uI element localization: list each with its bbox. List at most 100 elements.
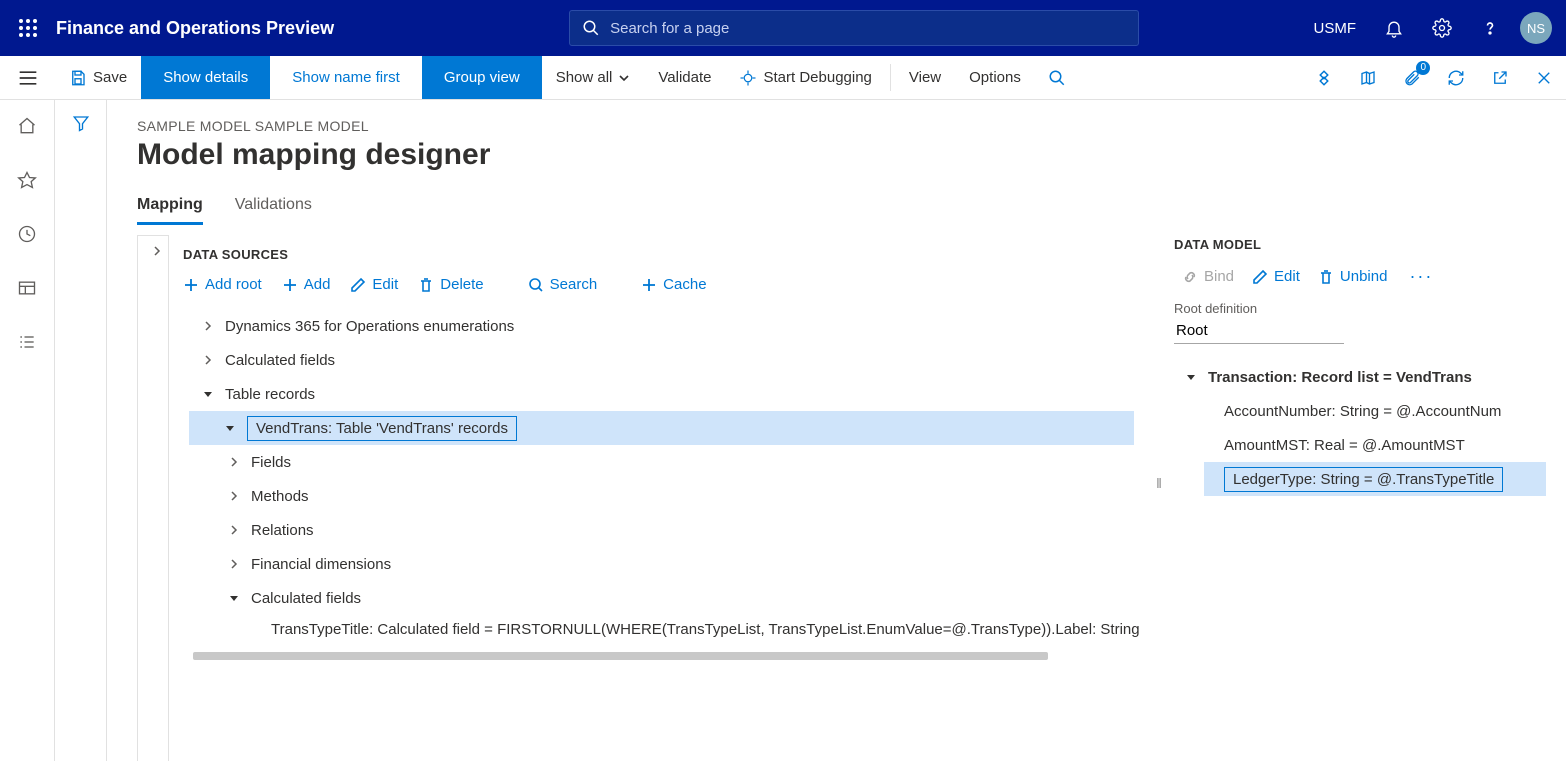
chevron-right-icon [229, 457, 239, 467]
close-button[interactable] [1522, 56, 1566, 99]
refresh-icon [1447, 69, 1465, 87]
delete-button[interactable]: Delete [418, 276, 483, 293]
notifications-icon[interactable] [1370, 0, 1418, 56]
tree-node-financial-dimensions[interactable]: Financial dimensions [183, 547, 1134, 581]
filter-pane-toggle[interactable] [55, 100, 107, 761]
popout-icon [1491, 69, 1509, 87]
tree-node-enumerations[interactable]: Dynamics 365 for Operations enumerations [183, 309, 1134, 343]
attachment-count-badge: 0 [1416, 61, 1430, 75]
help-icon[interactable] [1466, 0, 1514, 56]
edit-icon [1252, 269, 1268, 285]
data-sources-tree: Dynamics 365 for Operations enumerations… [183, 309, 1134, 644]
save-icon [69, 69, 87, 87]
show-details-button[interactable]: Show details [141, 56, 270, 99]
start-debugging-button[interactable]: Start Debugging [725, 56, 885, 99]
tab-mapping[interactable]: Mapping [137, 196, 203, 225]
page-tabs: Mapping Validations [137, 196, 1566, 225]
chevron-right-icon [152, 246, 162, 256]
global-search-input[interactable] [610, 20, 1126, 37]
dm-node-ledgertype[interactable]: LedgerType: String = @.TransTypeTitle [1204, 462, 1546, 496]
group-view-button[interactable]: Group view [422, 56, 542, 99]
diamond-icon [1315, 69, 1333, 87]
tree-node-methods[interactable]: Methods [183, 479, 1134, 513]
tree-node-calc-fields-child[interactable]: Calculated fields [183, 581, 1134, 615]
dm-node-transaction[interactable]: Transaction: Record list = VendTrans [1174, 360, 1546, 394]
popout-button[interactable] [1478, 56, 1522, 99]
edit-button[interactable]: Edit [350, 276, 398, 293]
breadcrumb: SAMPLE MODEL SAMPLE MODEL [137, 118, 1566, 134]
options-menu[interactable]: Options [955, 56, 1035, 99]
top-bar: Finance and Operations Preview USMF NS [0, 0, 1566, 56]
chevron-right-icon [229, 491, 239, 501]
dm-node-amountmst[interactable]: AmountMST: Real = @.AmountMST [1174, 428, 1546, 462]
tree-node-transtypetitle[interactable]: TransTypeTitle: Calculated field = FIRST… [183, 615, 1134, 644]
add-button[interactable]: Add [282, 276, 331, 293]
delete-icon [1318, 269, 1334, 285]
root-definition-input[interactable] [1174, 318, 1344, 344]
dm-more-button[interactable]: ··· [1405, 266, 1437, 287]
save-label: Save [93, 69, 127, 86]
data-sources-title: DATA SOURCES [183, 247, 1134, 262]
show-all-dropdown[interactable]: Show all [542, 56, 645, 99]
dm-node-accountnumber[interactable]: AccountNumber: String = @.AccountNum [1174, 394, 1546, 428]
search-icon [528, 277, 544, 293]
show-name-first-button[interactable]: Show name first [270, 56, 422, 99]
tab-validations[interactable]: Validations [235, 196, 312, 225]
unbind-button[interactable]: Unbind [1318, 268, 1388, 285]
workspaces-icon[interactable] [7, 272, 47, 304]
search-icon [582, 19, 600, 37]
personalize-button[interactable] [1302, 56, 1346, 99]
debug-icon [739, 69, 757, 87]
validate-button[interactable]: Validate [644, 56, 725, 99]
chevron-right-icon [203, 321, 213, 331]
panel-splitter[interactable]: ‖ [1144, 235, 1174, 761]
action-search-button[interactable] [1035, 56, 1079, 99]
filter-icon [71, 114, 91, 132]
chevron-right-icon [203, 355, 213, 365]
user-avatar[interactable]: NS [1520, 12, 1552, 44]
tree-node-table-records[interactable]: Table records [183, 377, 1134, 411]
app-launcher-icon[interactable] [0, 0, 56, 56]
chevron-down-icon [203, 389, 213, 399]
search-button[interactable]: Search [528, 276, 598, 293]
tree-node-relations[interactable]: Relations [183, 513, 1134, 547]
modules-icon[interactable] [7, 326, 47, 358]
bind-button[interactable]: Bind [1182, 268, 1234, 285]
page-options-button[interactable] [1346, 56, 1390, 99]
data-model-title: DATA MODEL [1174, 237, 1546, 252]
recent-icon[interactable] [7, 218, 47, 250]
tree-node-vendtrans[interactable]: VendTrans: Table 'VendTrans' records [189, 411, 1134, 445]
chevron-down-icon [618, 72, 630, 84]
page-title: Model mapping designer [137, 138, 1566, 172]
tree-node-calc-fields[interactable]: Calculated fields [183, 343, 1134, 377]
chevron-down-icon [1186, 372, 1196, 382]
chevron-right-icon [229, 525, 239, 535]
collapse-data-source-types[interactable] [137, 235, 169, 761]
horizontal-scrollbar[interactable] [193, 652, 1084, 662]
favorites-icon[interactable] [7, 164, 47, 196]
home-icon[interactable] [7, 110, 47, 142]
map-icon [1359, 69, 1377, 87]
legal-entity[interactable]: USMF [1300, 20, 1371, 37]
attachments-button[interactable]: 0 [1390, 56, 1434, 99]
main-content: SAMPLE MODEL SAMPLE MODEL Model mapping … [107, 100, 1566, 761]
add-root-button[interactable]: Add root [183, 276, 262, 293]
view-menu[interactable]: View [895, 56, 955, 99]
cache-button[interactable]: Cache [641, 276, 706, 293]
chevron-down-icon [229, 593, 239, 603]
data-model-panel: DATA MODEL Bind Edit Unbind ··· Root def… [1174, 235, 1566, 761]
chevron-right-icon [229, 559, 239, 569]
refresh-button[interactable] [1434, 56, 1478, 99]
delete-icon [418, 277, 434, 293]
settings-icon[interactable] [1418, 0, 1466, 56]
nav-pane-toggle[interactable] [0, 56, 55, 99]
plus-icon [183, 277, 199, 293]
link-icon [1182, 269, 1198, 285]
data-model-tree: Transaction: Record list = VendTrans Acc… [1174, 360, 1546, 496]
show-all-label: Show all [556, 69, 613, 86]
dm-edit-button[interactable]: Edit [1252, 268, 1300, 285]
root-definition-label: Root definition [1174, 301, 1546, 316]
tree-node-fields[interactable]: Fields [183, 445, 1134, 479]
save-button[interactable]: Save [55, 56, 141, 99]
global-search[interactable] [569, 10, 1139, 46]
